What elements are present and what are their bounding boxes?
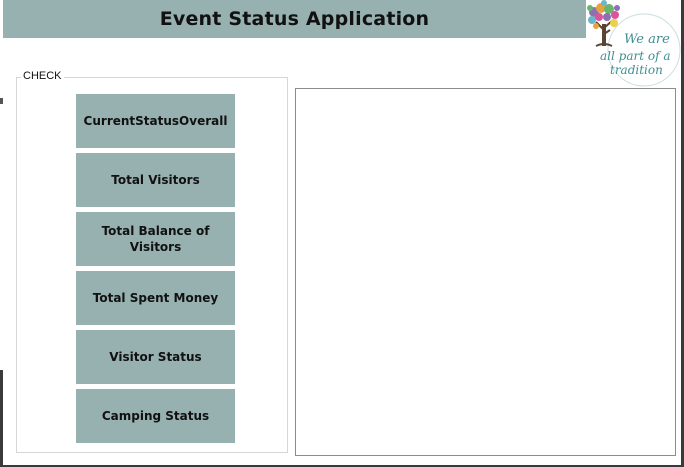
current-status-overall-button[interactable]: CurrentStatusOverall	[76, 94, 235, 148]
window-border-left	[0, 370, 3, 467]
app-window: Event Status Application We are all part…	[0, 0, 684, 467]
tradition-logo: We are all part of a tradition	[586, 0, 681, 88]
camping-status-button[interactable]: Camping Status	[76, 389, 235, 443]
total-balance-of-visitors-button[interactable]: Total Balance of Visitors	[76, 212, 235, 266]
visitor-status-button[interactable]: Visitor Status	[76, 330, 235, 384]
logo-text-line-1: We are	[624, 32, 670, 47]
page-title: Event Status Application	[159, 8, 430, 30]
logo-text-line-2: all part of a	[600, 49, 671, 63]
logo-text-line-3: tradition	[610, 63, 663, 77]
title-bar: Event Status Application	[3, 0, 586, 38]
tree-icon	[587, 0, 620, 47]
total-visitors-button[interactable]: Total Visitors	[76, 153, 235, 207]
total-spent-money-button[interactable]: Total Spent Money	[76, 271, 235, 325]
output-panel	[295, 88, 676, 456]
window-border-mark	[0, 98, 3, 104]
check-group-label: CHECK	[21, 70, 64, 83]
